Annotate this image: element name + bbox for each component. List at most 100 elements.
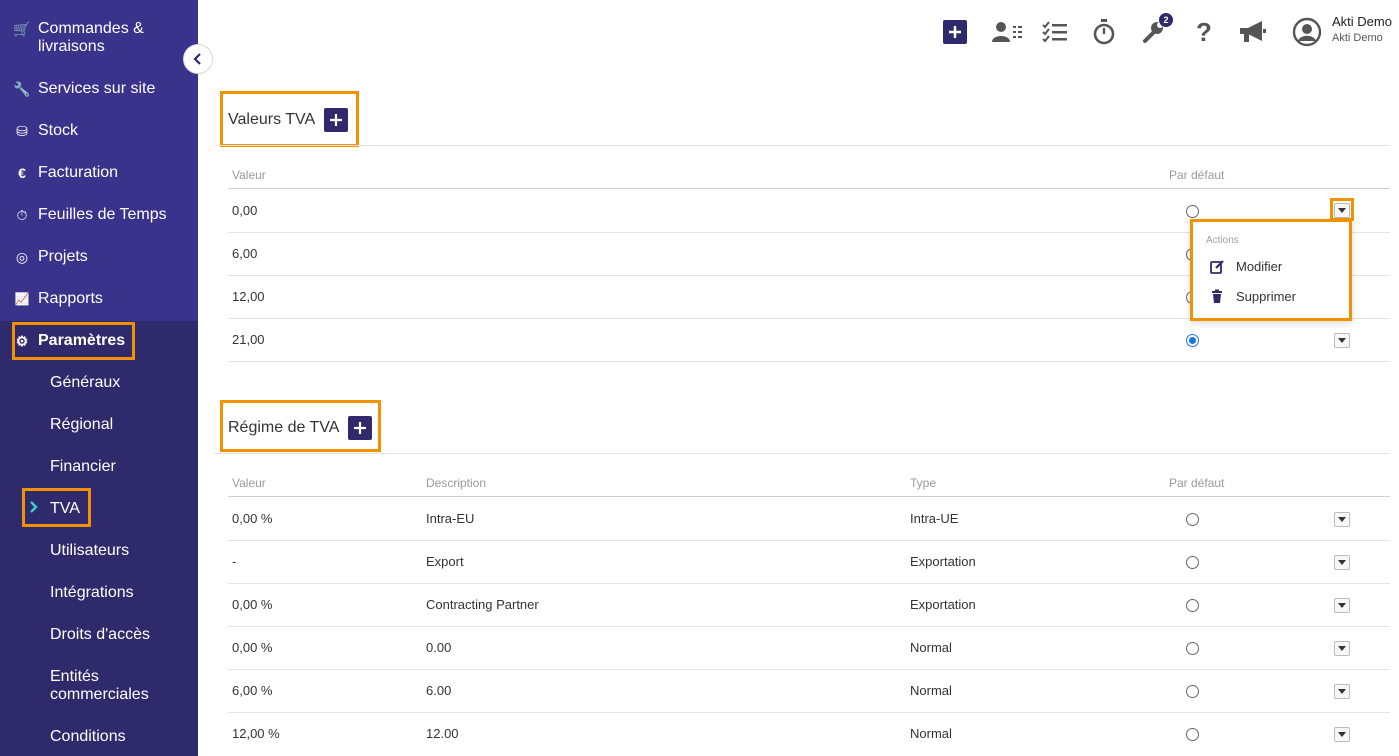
sidebar-item-parametres[interactable]: ⚙ Paramètres (0, 332, 198, 350)
caret-down-icon (1338, 732, 1346, 737)
row-actions-dropdown[interactable] (1334, 512, 1350, 527)
cell-description: Intra-EU (426, 511, 475, 526)
row-actions-dropdown[interactable] (1334, 555, 1350, 570)
sidebar-item-label: Facturation (38, 164, 119, 181)
sidebar-item-services[interactable]: 🔧 Services sur site (0, 80, 198, 98)
menu-item-modifier[interactable]: Modifier (1210, 259, 1282, 274)
euro-icon: € (18, 165, 26, 181)
table-header-rule (228, 188, 1390, 189)
default-radio-selected[interactable] (1186, 334, 1199, 347)
sidebar-item-projets[interactable]: ◎ Projets (0, 248, 198, 266)
column-header-par-defaut: Par défaut (1169, 476, 1225, 490)
timer-button[interactable] (1093, 18, 1115, 46)
help-icon[interactable]: ? (1194, 17, 1214, 47)
row-actions-dropdown[interactable] (1334, 727, 1350, 742)
caret-down-icon (1338, 208, 1346, 213)
tasks-icon (1042, 21, 1067, 43)
sidebar-item-label: Paramètres (38, 332, 126, 349)
tasks-button[interactable] (1042, 18, 1068, 46)
row-actions-dropdown[interactable] (1334, 684, 1350, 699)
caret-down-icon (1338, 646, 1346, 651)
default-radio[interactable] (1186, 513, 1199, 526)
row-actions-dropdown[interactable] (1334, 641, 1350, 656)
sidebar-item-label: Projets (38, 248, 88, 265)
row-divider (228, 712, 1390, 713)
row-divider (228, 540, 1390, 541)
sidebar-subitem-droits-acces[interactable]: Droits d'accès (50, 626, 150, 644)
sidebar-subitem-generaux[interactable]: Généraux (50, 374, 120, 392)
column-header-type: Type (910, 476, 937, 490)
row-actions-dropdown[interactable] (1334, 598, 1350, 613)
row-actions-dropdown[interactable] (1334, 333, 1350, 348)
cell-description: 0.00 (426, 640, 452, 655)
sidebar-subitem-financier[interactable]: Financier (50, 458, 116, 476)
chevron-right-icon (30, 501, 38, 513)
cell-valeur: 21,00 (232, 332, 265, 347)
wrench-icon: 🔧 (13, 81, 31, 97)
sidebar-subitem-utilisateurs[interactable]: Utilisateurs (50, 542, 129, 560)
row-divider (228, 626, 1390, 627)
default-radio[interactable] (1186, 642, 1199, 655)
sidebar-item-label: Services sur site (38, 80, 156, 97)
sidebar-item-facturation[interactable]: € Facturation (0, 164, 198, 182)
plus-icon (354, 422, 366, 434)
caret-down-icon (1338, 603, 1346, 608)
contacts-icon (992, 22, 1022, 42)
megaphone-icon (1240, 21, 1266, 42)
cell-type: Intra-UE (910, 511, 959, 526)
section-divider (214, 453, 1390, 454)
chart-line-icon: 📈 (14, 292, 30, 306)
row-divider (228, 583, 1390, 584)
contacts-button[interactable] (991, 18, 1023, 46)
menu-item-supprimer[interactable]: Supprimer (1210, 289, 1296, 304)
user-avatar-icon (1292, 17, 1322, 47)
section-title-regime-de-tva: Régime de TVA (228, 419, 340, 436)
sidebar-subitem-tva[interactable]: TVA (50, 500, 80, 518)
default-radio[interactable] (1186, 728, 1199, 741)
sidebar-item-stock[interactable]: ⛁ Stock (0, 122, 198, 140)
cell-valeur: 0,00 % (232, 640, 273, 655)
plus-icon (330, 114, 342, 126)
sidebar-item-feuilles-de-temps[interactable]: ⏱ Feuilles de Temps (0, 206, 198, 224)
menu-item-label: Modifier (1236, 259, 1283, 274)
sidebar-subitem-integrations[interactable]: Intégrations (50, 584, 134, 602)
cell-valeur: 12,00 % (232, 726, 280, 741)
default-radio[interactable] (1186, 685, 1199, 698)
quick-add-button[interactable] (943, 18, 967, 46)
sidebar-subitem-regional[interactable]: Régional (50, 416, 113, 434)
cell-description: Export (426, 554, 464, 569)
sidebar-item-label: livraisons (38, 38, 105, 55)
caret-down-icon (1338, 689, 1346, 694)
default-radio[interactable] (1186, 556, 1199, 569)
menu-header: Actions (1206, 235, 1239, 246)
section-title-valeurs-tva: Valeurs TVA (228, 111, 316, 128)
cell-valeur: 0,00 % (232, 597, 273, 612)
user-name[interactable]: Akti Demo (1332, 14, 1392, 29)
sidebar-item-rapports[interactable]: 📈 Rapports (0, 290, 198, 308)
gear-icon: ⚙ (15, 333, 29, 349)
default-radio[interactable] (1186, 205, 1199, 218)
cell-valeur: 0,00 (232, 203, 258, 218)
cell-valeur: 12,00 (232, 289, 265, 304)
user-company: Akti Demo (1332, 32, 1383, 44)
add-vat-regime-button[interactable] (348, 416, 372, 440)
announcements-button[interactable] (1238, 18, 1268, 46)
add-vat-value-button[interactable] (324, 108, 348, 132)
sidebar-subitem-conditions[interactable]: Conditions (50, 728, 126, 746)
row-actions-menu: Actions Modifier Supprimer (1190, 219, 1352, 321)
collapse-sidebar-button[interactable] (183, 44, 213, 74)
edit-icon (1210, 260, 1224, 274)
cart-icon: 🛒 (13, 21, 31, 37)
column-header-valeur: Valeur (232, 168, 266, 182)
sidebar-item-commandes[interactable]: 🛒 Commandes & livraisons (0, 20, 198, 56)
cell-type: Exportation (910, 597, 976, 612)
add-icon (943, 20, 967, 44)
default-radio[interactable] (1186, 599, 1199, 612)
cell-description: Contracting Partner (426, 597, 539, 612)
user-menu-button[interactable] (1292, 17, 1322, 47)
row-actions-dropdown-open[interactable] (1334, 203, 1350, 218)
cell-description: 6.00 (426, 683, 452, 698)
stopwatch-icon: ⏱ (16, 207, 28, 223)
sidebar-item-label: Rapports (38, 290, 103, 307)
sidebar-subitem-entites-commerciales[interactable]: Entités commerciales (50, 668, 149, 704)
